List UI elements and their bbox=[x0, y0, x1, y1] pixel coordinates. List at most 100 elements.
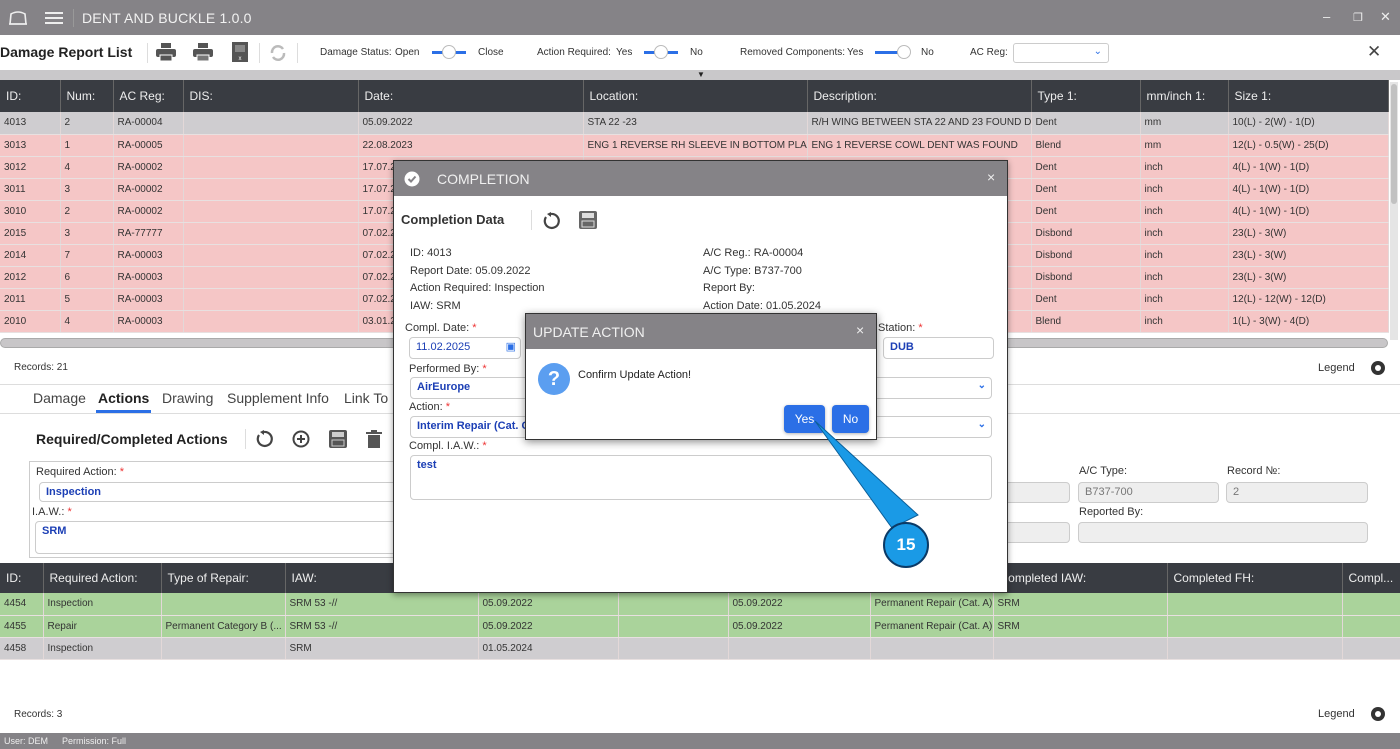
save-icon[interactable] bbox=[579, 211, 597, 229]
hamburger-menu-icon[interactable] bbox=[45, 11, 63, 25]
table-cell: 4(L) - 1(W) - 1(D) bbox=[1228, 156, 1389, 179]
column-header[interactable]: Type of Repair: bbox=[161, 563, 286, 593]
yes-button[interactable]: Yes bbox=[784, 405, 825, 433]
delete-icon[interactable] bbox=[366, 430, 382, 448]
undo-icon[interactable] bbox=[255, 430, 273, 448]
info-report-by: Report By: bbox=[703, 282, 755, 294]
table-cell: Permanent Repair (Cat. A) bbox=[870, 593, 994, 616]
station-label: Station: * bbox=[878, 322, 923, 334]
print-icon[interactable] bbox=[156, 43, 176, 61]
column-header[interactable]: Required Action: bbox=[43, 563, 162, 593]
table-cell: ENG 1 REVERSE RH SLEEVE IN BOTTOM PLACE.… bbox=[583, 134, 808, 157]
column-header[interactable]: DIS: bbox=[183, 80, 359, 112]
add-icon[interactable] bbox=[292, 430, 310, 448]
restore-button[interactable]: ❐ bbox=[1353, 11, 1363, 24]
iaw-textarea[interactable]: SRM bbox=[35, 521, 400, 554]
column-header[interactable]: Location: bbox=[583, 80, 808, 112]
damage-status-toggle[interactable] bbox=[432, 45, 466, 59]
table-cell: 2015 bbox=[0, 222, 61, 245]
column-header[interactable]: AC Reg: bbox=[113, 80, 184, 112]
column-header[interactable]: Type 1: bbox=[1031, 80, 1141, 112]
no-button[interactable]: No bbox=[832, 405, 869, 433]
eye-icon[interactable] bbox=[1371, 707, 1385, 721]
print-preview-icon[interactable] bbox=[193, 43, 213, 61]
window-close-button[interactable]: ✕ bbox=[1380, 9, 1391, 25]
update-action-dialog: UPDATE ACTION × ? Confirm Update Action!… bbox=[525, 313, 877, 440]
table-cell bbox=[728, 637, 871, 660]
tab-supplement-info[interactable]: Supplement Info bbox=[227, 390, 329, 406]
table-cell: 5 bbox=[60, 288, 114, 311]
yes-label: Yes bbox=[847, 47, 864, 58]
collapse-arrow-icon[interactable]: ▼ bbox=[697, 70, 705, 79]
column-header[interactable]: Completed IAW: bbox=[993, 563, 1168, 593]
tab-link-to[interactable]: Link To bbox=[344, 390, 388, 406]
ac-type-field: B737-700 bbox=[1078, 482, 1219, 503]
open-label: Open bbox=[395, 47, 420, 58]
minimize-button[interactable]: ‒ bbox=[1323, 9, 1330, 24]
splitter[interactable]: ▼ bbox=[0, 70, 1400, 80]
table-row[interactable]: 4013 2 RA-00004 05.09.2022 STA 22 -23 R/H WIN… bbox=[0, 112, 1389, 135]
column-header[interactable]: Completed FH: bbox=[1167, 563, 1343, 593]
calendar-icon[interactable]: ▣ bbox=[506, 340, 516, 353]
column-header[interactable]: mm/inch 1: bbox=[1140, 80, 1229, 112]
dialog-header: COMPLETION × bbox=[394, 161, 1007, 196]
table-row[interactable]: 4454 Inspection SRM 53 -//05.09.2022 05.09.… bbox=[0, 593, 1400, 616]
table-row[interactable]: 4455 Repair Permanent Category B (... SRM 5… bbox=[0, 615, 1400, 638]
table-cell: 23(L) - 3(W) bbox=[1228, 266, 1389, 289]
legend-label[interactable]: Legend bbox=[1318, 362, 1355, 374]
undo-icon[interactable] bbox=[542, 212, 560, 230]
column-header[interactable]: Size 1: bbox=[1228, 80, 1389, 112]
dialog-message: Confirm Update Action! bbox=[578, 369, 692, 381]
refresh-icon[interactable] bbox=[268, 43, 288, 63]
table-cell: 2011 bbox=[0, 288, 61, 311]
column-header[interactable]: ID: bbox=[0, 80, 61, 112]
legend-label[interactable]: Legend bbox=[1318, 708, 1355, 720]
tab-drawing[interactable]: Drawing bbox=[162, 390, 213, 406]
table-cell: Blend bbox=[1031, 310, 1141, 333]
column-header[interactable]: Date: bbox=[358, 80, 584, 112]
table-cell: mm bbox=[1140, 112, 1229, 135]
close-icon[interactable]: × bbox=[987, 169, 995, 185]
table-cell bbox=[183, 222, 359, 245]
table-cell bbox=[183, 200, 359, 223]
table-cell: 4(L) - 1(W) - 1(D) bbox=[1228, 178, 1389, 201]
column-header[interactable]: Description: bbox=[807, 80, 1032, 112]
damage-status-label: Damage Status: bbox=[320, 47, 392, 58]
compl-iaw-label: Compl. I.A.W.: * bbox=[409, 440, 487, 452]
table-cell bbox=[618, 637, 729, 660]
action-required-toggle[interactable] bbox=[644, 45, 678, 59]
table-row[interactable]: 3013 1 RA-00005 22.08.2023 ENG 1 REVERSE RH … bbox=[0, 134, 1389, 157]
table-cell: 7 bbox=[60, 244, 114, 267]
action-required-label: Action Required: bbox=[537, 47, 611, 58]
table-cell: Inspection bbox=[43, 593, 162, 616]
column-header[interactable]: ID: bbox=[0, 563, 44, 593]
table-cell: 12(L) - 12(W) - 12(D) bbox=[1228, 288, 1389, 311]
vertical-scrollbar[interactable] bbox=[1390, 82, 1398, 340]
table-cell: Disbond bbox=[1031, 266, 1141, 289]
eye-icon[interactable] bbox=[1371, 361, 1385, 375]
table-cell: 12(L) - 0.5(W) - 25(D) bbox=[1228, 134, 1389, 157]
table-cell: ENG 1 REVERSE COWL DENT WAS FOUND bbox=[807, 134, 1032, 157]
tab-damage[interactable]: Damage bbox=[33, 390, 86, 406]
column-header[interactable]: Compl... bbox=[1342, 563, 1400, 593]
table-cell bbox=[1342, 593, 1400, 616]
removed-components-toggle[interactable] bbox=[875, 45, 911, 59]
table-cell: 4 bbox=[60, 156, 114, 179]
tab-actions[interactable]: Actions bbox=[96, 390, 152, 413]
station-input[interactable]: DUB bbox=[883, 337, 994, 359]
column-header[interactable]: Num: bbox=[60, 80, 114, 112]
table-row[interactable]: 4458 Inspection SRM 01.05.2024 bbox=[0, 637, 1400, 660]
save-icon[interactable] bbox=[329, 430, 347, 448]
ac-reg-select[interactable]: ⌄ bbox=[1013, 43, 1109, 63]
table-cell bbox=[183, 156, 359, 179]
table-cell: Permanent Repair (Cat. A) bbox=[870, 615, 994, 638]
close-panel-button[interactable]: ✕ bbox=[1367, 42, 1381, 62]
table-cell bbox=[183, 310, 359, 333]
compl-date-input[interactable]: 11.02.2025 ▣ bbox=[409, 337, 521, 359]
close-icon[interactable]: × bbox=[856, 322, 864, 338]
compl-iaw-textarea[interactable]: test bbox=[410, 455, 992, 500]
required-action-select[interactable]: Inspection bbox=[39, 482, 399, 502]
table-cell bbox=[870, 637, 994, 660]
required-action-label: Required Action: * bbox=[36, 466, 125, 478]
excel-export-icon[interactable]: x bbox=[232, 42, 248, 62]
